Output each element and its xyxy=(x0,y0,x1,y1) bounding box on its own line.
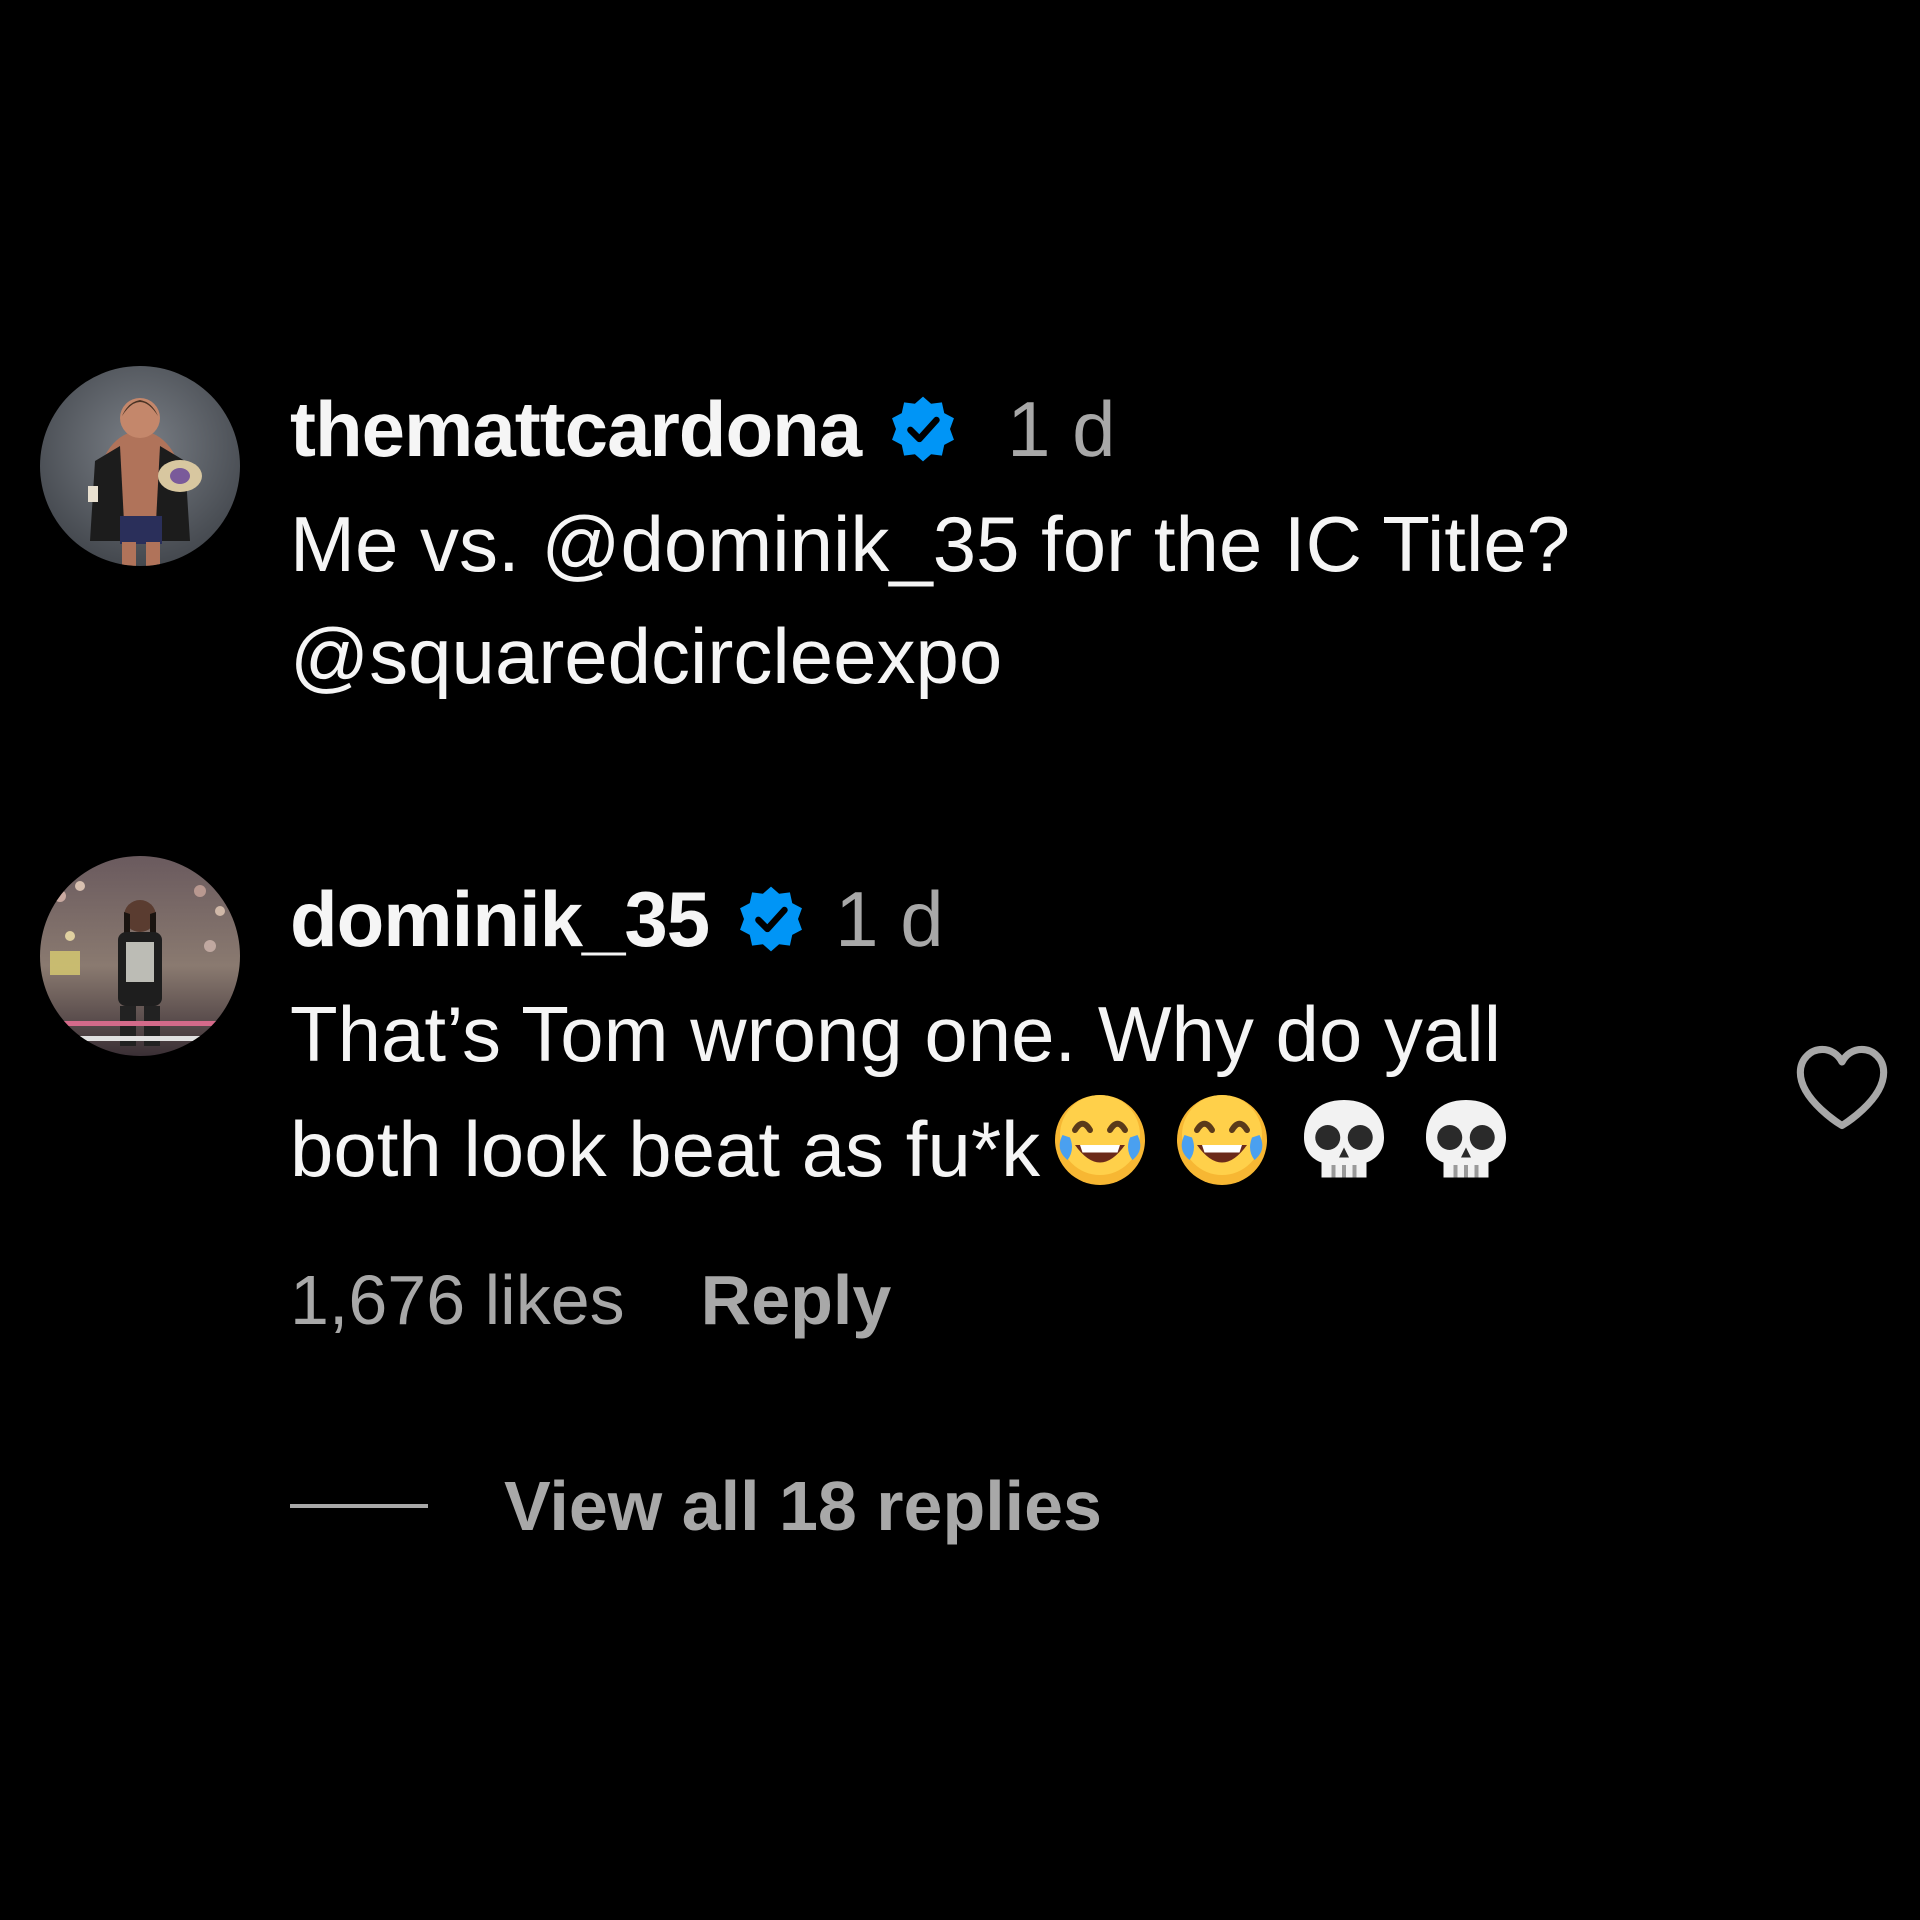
emoji-group xyxy=(1050,1090,1538,1190)
comment-line: @squaredcircleexpo xyxy=(290,612,1003,700)
comment-actions: 1,676 likes Reply xyxy=(290,1260,891,1340)
comment-line: That’s Tom wrong one. Why do yall xyxy=(290,990,1502,1078)
username[interactable]: themattcardona xyxy=(290,384,862,475)
username[interactable]: dominik_35 xyxy=(290,874,710,965)
comment-header: dominik_35 1 d xyxy=(290,864,944,974)
avatar-image xyxy=(40,856,240,1056)
verified-badge-icon xyxy=(735,883,807,955)
like-heart-icon[interactable] xyxy=(1792,1042,1892,1134)
comment-text: That’s Tom wrong one. Why do yall both l… xyxy=(290,978,1740,1205)
likes-count[interactable]: 1,676 likes xyxy=(290,1260,625,1340)
avatar-themattcardona[interactable] xyxy=(40,366,240,566)
replies-divider xyxy=(290,1504,428,1508)
comment-line: both look beat as fu*k xyxy=(290,1105,1041,1193)
comment-line-with-emojis: both look beat as fu*k xyxy=(290,1090,1740,1205)
face-with-tears-of-joy-icon xyxy=(1050,1090,1150,1190)
verified-badge-icon xyxy=(887,393,959,465)
face-with-tears-of-joy-icon xyxy=(1172,1090,1272,1190)
avatar-image xyxy=(40,366,240,566)
skull-icon xyxy=(1416,1090,1516,1190)
reply-button[interactable]: Reply xyxy=(701,1260,892,1340)
view-replies[interactable]: View all 18 replies xyxy=(290,1466,1102,1546)
comment-text: Me vs. @dominik_35 for the IC Title? @sq… xyxy=(290,488,1740,712)
skull-icon xyxy=(1294,1090,1394,1190)
avatar-dominik_35[interactable] xyxy=(40,856,240,1056)
timestamp: 1 d xyxy=(1007,384,1116,473)
view-replies-button[interactable]: View all 18 replies xyxy=(504,1466,1102,1546)
comment-line: Me vs. @dominik_35 for the IC Title? xyxy=(290,500,1571,588)
comment-header: themattcardona 1 d xyxy=(290,374,1116,484)
timestamp: 1 d xyxy=(835,874,944,963)
